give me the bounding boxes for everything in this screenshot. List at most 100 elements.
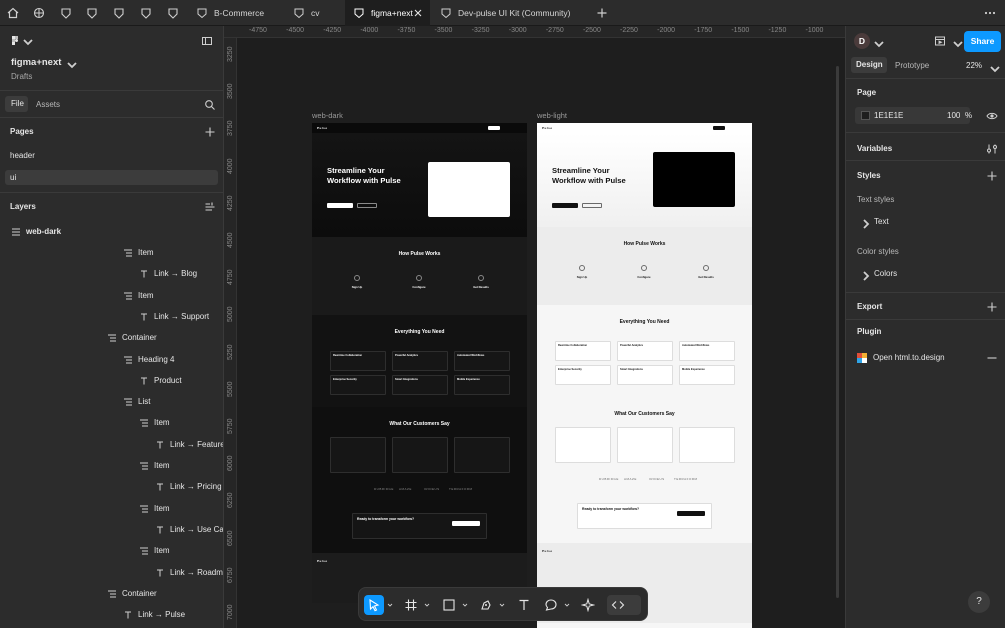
rectangle-tool-button[interactable] xyxy=(439,595,459,615)
file-location[interactable]: Drafts xyxy=(11,72,32,81)
color-swatch[interactable] xyxy=(861,111,870,120)
layer-row[interactable]: Product xyxy=(0,371,223,392)
eye-icon[interactable] xyxy=(986,110,998,122)
layer-row[interactable]: Item xyxy=(0,541,223,562)
layer-row[interactable]: Link → Pricing xyxy=(0,477,223,498)
remove-minus-icon[interactable] xyxy=(986,352,998,364)
layer-row[interactable]: Item xyxy=(0,243,223,264)
layer-row[interactable]: Heading 4 xyxy=(0,350,223,371)
file-tab-icon xyxy=(196,7,208,19)
layer-row[interactable]: Item xyxy=(0,413,223,434)
tab-dev-pulse[interactable]: Dev-pulse UI Kit (Community) xyxy=(432,0,587,26)
zoom-level[interactable]: 22% xyxy=(966,61,982,70)
chevron-down-icon[interactable] xyxy=(424,602,430,608)
ruler-tick-label: -4500 xyxy=(286,27,305,34)
text-layer-icon xyxy=(155,525,165,535)
layer-row[interactable]: Link → Support xyxy=(0,307,223,328)
page-opacity-value[interactable]: 100 xyxy=(947,111,960,120)
plugin-tab-icon[interactable] xyxy=(112,6,126,20)
chevron-down-icon[interactable] xyxy=(873,38,884,48)
move-tool-button[interactable] xyxy=(364,595,384,615)
frame-web-light[interactable]: Pulse Streamline Your Workflow with Pulse H… xyxy=(537,123,752,628)
plugin-tab-icon[interactable] xyxy=(85,6,99,20)
home-icon[interactable] xyxy=(6,6,20,20)
frame-label-web-light[interactable]: web-light xyxy=(537,111,567,120)
actions-tool-button[interactable] xyxy=(578,595,598,615)
community-icon[interactable] xyxy=(32,6,46,20)
page-color-value[interactable]: 1E1E1E xyxy=(874,111,903,120)
variables-settings-icon[interactable] xyxy=(986,143,998,155)
chevron-down-icon[interactable] xyxy=(952,38,963,48)
divider xyxy=(0,192,223,193)
text-tool-button[interactable] xyxy=(514,595,534,615)
tab-design[interactable]: Design xyxy=(851,57,887,73)
chevron-down-icon[interactable] xyxy=(462,602,468,608)
ruler-tick-label: 5500 xyxy=(227,381,234,397)
help-button[interactable]: ? xyxy=(968,591,990,613)
layer-row[interactable]: Item xyxy=(0,499,223,520)
add-export-plus-icon[interactable] xyxy=(986,301,998,313)
frame-label-web-dark[interactable]: web-dark xyxy=(312,111,343,120)
pen-tool-button[interactable] xyxy=(476,595,496,615)
layer-root-web-dark[interactable]: web-dark xyxy=(0,222,223,243)
text-style-item[interactable]: Text xyxy=(874,217,889,226)
layers-options-icon[interactable] xyxy=(204,201,216,213)
chevron-down-icon[interactable] xyxy=(499,602,505,608)
color-style-item[interactable]: Colors xyxy=(874,269,897,278)
layer-label: Item xyxy=(154,461,170,470)
chevron-down-icon[interactable] xyxy=(387,602,393,608)
page-item-header[interactable]: header xyxy=(10,151,35,160)
chevron-down-icon[interactable] xyxy=(22,36,33,46)
layer-row[interactable]: Item xyxy=(0,286,223,307)
layer-row[interactable]: Container xyxy=(0,328,223,349)
preview-logo-text: DUBRIDGE xyxy=(599,477,619,481)
variables-title[interactable]: Variables xyxy=(857,144,892,153)
close-icon[interactable] xyxy=(412,7,424,19)
layer-row[interactable]: Link → Use Cas xyxy=(0,520,223,541)
plugin-tab-icon[interactable] xyxy=(59,6,73,20)
new-tab-plus-icon[interactable] xyxy=(595,6,609,20)
add-page-plus-icon[interactable] xyxy=(204,126,216,138)
file-name[interactable]: figma+next xyxy=(11,57,61,68)
add-style-plus-icon[interactable] xyxy=(986,170,998,182)
preview-hero-title: Streamline Your xyxy=(327,166,385,175)
avatar[interactable]: D xyxy=(854,33,870,49)
canvas-scrollbar[interactable] xyxy=(836,66,839,598)
preview-feature-card: Mobile Experience xyxy=(679,365,735,385)
frame-tool-button[interactable] xyxy=(401,595,421,615)
chevron-right-icon[interactable] xyxy=(860,218,870,229)
comment-tool-button[interactable] xyxy=(541,595,561,615)
chevron-down-icon[interactable] xyxy=(564,602,570,608)
canvas[interactable]: -4750 -4500 -4250 -4000 -3750 -3500 -3250 -3000… xyxy=(224,26,845,628)
layer-row[interactable]: Link → Features xyxy=(0,435,223,456)
layer-row[interactable]: Link → Roadma xyxy=(0,563,223,584)
layer-row[interactable]: Item xyxy=(0,456,223,477)
plugin-item[interactable]: Open html.to.design xyxy=(873,353,945,362)
tab-figma-next[interactable]: figma+next xyxy=(345,0,430,26)
page-item-ui[interactable]: ui xyxy=(5,170,218,185)
present-icon[interactable] xyxy=(934,35,946,47)
figma-menu-icon[interactable] xyxy=(9,35,21,47)
dev-mode-toggle[interactable] xyxy=(607,595,641,615)
tab-prototype[interactable]: Prototype xyxy=(895,61,929,70)
tab-assets[interactable]: Assets xyxy=(36,100,60,109)
tab-file[interactable]: File xyxy=(5,96,28,112)
tab-b-commerce[interactable]: B-Commerce xyxy=(188,0,282,26)
layer-row[interactable]: Container xyxy=(0,584,223,605)
layer-row[interactable]: Link → Pulse xyxy=(0,605,223,626)
search-icon[interactable] xyxy=(204,99,216,111)
chevron-down-icon[interactable] xyxy=(989,63,1000,73)
tab-cv[interactable]: cv xyxy=(285,0,345,26)
frame-web-dark[interactable]: Pulse Streamline Your Workflow with Pulse H… xyxy=(312,123,527,603)
layer-row[interactable]: List xyxy=(0,392,223,413)
layer-row[interactable]: Link → Blog xyxy=(0,264,223,285)
chevron-right-icon[interactable] xyxy=(860,270,870,281)
page-color-field[interactable]: 1E1E1E 100 % xyxy=(855,107,972,124)
export-title[interactable]: Export xyxy=(857,302,882,311)
plugin-tab-icon[interactable] xyxy=(139,6,153,20)
share-button[interactable]: Share xyxy=(964,31,1001,52)
plugin-tab-icon[interactable] xyxy=(166,6,180,20)
chevron-down-icon[interactable] xyxy=(66,59,77,69)
panel-toggle-icon[interactable] xyxy=(201,35,213,47)
more-menu-icon[interactable] xyxy=(983,6,997,20)
